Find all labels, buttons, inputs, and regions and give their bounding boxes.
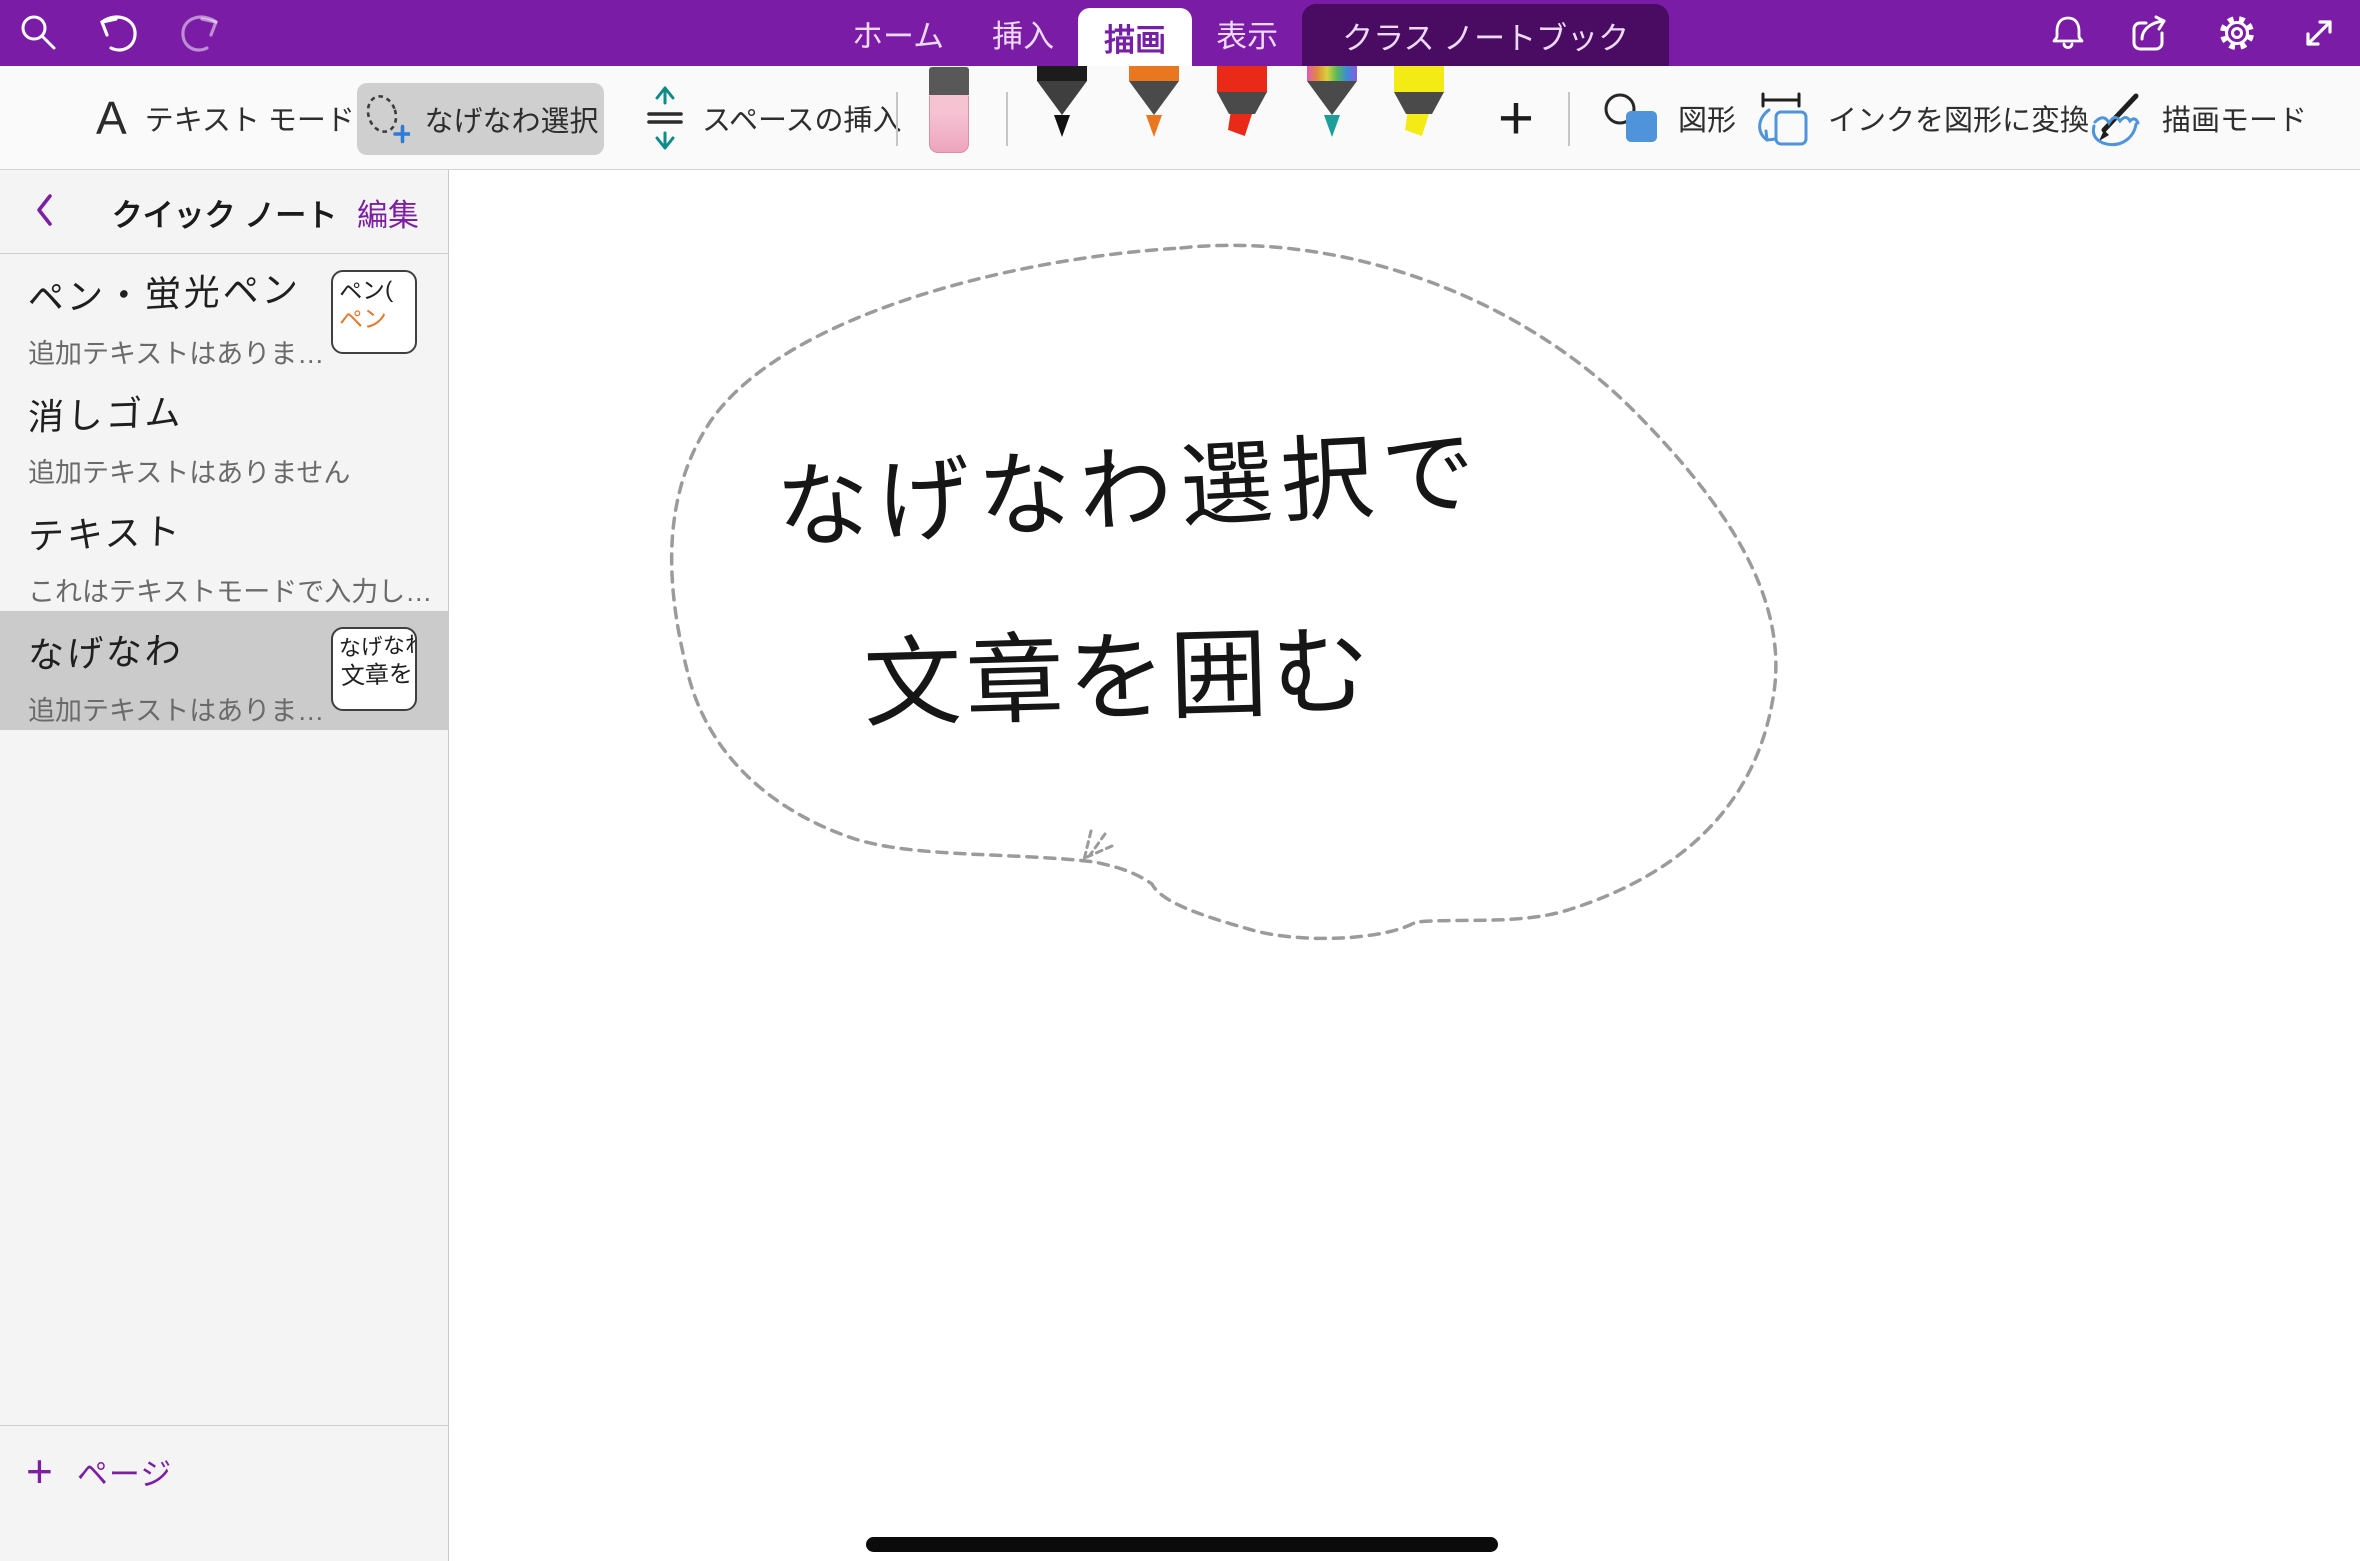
page-subtitle: 追加テキストはありません: [28, 451, 449, 490]
sidebar-header: クイック ノート 編集: [0, 170, 449, 254]
insert-space-button[interactable]: スペースの挿入: [646, 66, 902, 170]
tab-home[interactable]: ホーム: [828, 0, 968, 66]
shapes-icon: [1602, 89, 1660, 147]
expand-icon: [2298, 12, 2340, 54]
toolbar-divider: [896, 92, 898, 146]
red-highlighter-tool[interactable]: [1217, 66, 1267, 136]
ink-to-shape-icon: [1752, 86, 1810, 150]
draw-mode-hand-pen-icon: [2088, 88, 2144, 148]
search-button[interactable]: [16, 11, 60, 55]
ink-to-shape-label: インクを図形に変換: [1828, 97, 2089, 139]
top-app-bar: ホーム 挿入 描画 表示 クラス ノートブック: [0, 0, 2360, 66]
page-item-pen-highlighter[interactable]: ペン・蛍光ペン 追加テキストはありま… ペン( ペン: [0, 254, 449, 373]
text-mode-button[interactable]: A テキスト モード: [96, 66, 355, 170]
page-thumbnail: ペン( ペン: [331, 270, 417, 354]
topbar-right-icons: [2046, 0, 2340, 66]
ink-layer: なげなわ選択で 文章を囲む: [450, 170, 2360, 1561]
yellow-highlighter-tool[interactable]: [1394, 66, 1444, 136]
draw-ribbon: A テキスト モード なげなわ選択 スペースの挿入: [0, 66, 2360, 170]
shapes-label: 図形: [1678, 97, 1736, 139]
lasso-selection-outline: [672, 245, 1776, 938]
undo-button[interactable]: [90, 10, 144, 56]
handwritten-ink-line1: なげなわ選択で: [774, 420, 1485, 561]
lasso-select-label: なげなわ選択: [424, 98, 598, 140]
page-item-text[interactable]: テキスト これはテキストモードで入力し…: [0, 492, 449, 611]
shapes-button[interactable]: 図形: [1602, 66, 1736, 170]
insert-space-icon: [646, 85, 684, 151]
tab-class-notebook[interactable]: クラス ノートブック: [1302, 4, 1669, 66]
add-page-button[interactable]: + ページ: [26, 1448, 172, 1494]
lasso-end-squiggle: [1084, 831, 1112, 860]
notifications-button[interactable]: [2046, 11, 2090, 55]
plus-icon: +: [26, 1448, 53, 1494]
eraser-tool[interactable]: [929, 66, 969, 154]
lasso-icon: [362, 92, 410, 146]
text-mode-icon: A: [96, 91, 127, 145]
share-button[interactable]: [2128, 11, 2176, 55]
share-icon: [2128, 11, 2176, 55]
draw-mode-button[interactable]: 描画モード: [2088, 66, 2307, 170]
toolbar-divider: [1568, 92, 1570, 146]
search-icon: [16, 11, 60, 55]
page-item-eraser[interactable]: 消しゴム 追加テキストはありません: [0, 373, 449, 492]
orange-pen-tool[interactable]: [1129, 66, 1179, 136]
add-pen-button[interactable]: +: [1486, 66, 1546, 170]
rainbow-pen-tool[interactable]: [1307, 66, 1357, 136]
tab-draw[interactable]: 描画: [1078, 8, 1192, 66]
ink-to-shape-button[interactable]: インクを図形に変換: [1752, 66, 2089, 170]
bell-icon: [2046, 11, 2090, 55]
tab-insert[interactable]: 挿入: [968, 0, 1078, 66]
add-page-label: ページ: [77, 1449, 172, 1494]
page-title-ink: なげなわ: [27, 622, 185, 680]
insert-space-label: スペースの挿入: [702, 97, 902, 139]
black-pen-tool[interactable]: [1037, 66, 1087, 136]
drawing-canvas[interactable]: なげなわ選択で 文章を囲む: [450, 170, 2360, 1561]
eraser-body: [929, 95, 969, 153]
tab-view[interactable]: 表示: [1192, 0, 1302, 66]
fullscreen-button[interactable]: [2298, 12, 2340, 54]
onenote-app-window: ホーム 挿入 描画 表示 クラス ノートブック: [0, 0, 2360, 1561]
redo-button[interactable]: [174, 10, 228, 56]
handwritten-ink-line2: 文章を囲む: [862, 616, 1375, 739]
lasso-select-button[interactable]: なげなわ選択: [357, 83, 604, 155]
page-title-ink: テキスト: [27, 503, 184, 561]
eraser-cap: [929, 67, 969, 95]
page-item-lasso[interactable]: なげなわ 追加テキストはありま… なげなわ 文章を: [0, 611, 449, 730]
sidebar-footer: + ページ: [0, 1425, 449, 1561]
page-list-sidebar: クイック ノート 編集 ペン・蛍光ペン 追加テキストはありま… ペン( ペン 消…: [0, 170, 449, 1561]
undo-icon: [90, 10, 144, 56]
page-subtitle: これはテキストモードで入力し…: [28, 570, 449, 609]
page-list: ペン・蛍光ペン 追加テキストはありま… ペン( ペン 消しゴム 追加テキストはあ…: [0, 254, 449, 730]
page-thumbnail: なげなわ 文章を: [331, 627, 417, 711]
settings-button[interactable]: [2214, 10, 2260, 56]
home-indicator[interactable]: [866, 1537, 1498, 1552]
page-title-ink: 消しゴム: [27, 384, 185, 442]
edit-button[interactable]: 編集: [357, 170, 419, 254]
page-title-ink: ペン・蛍光ペン: [27, 260, 302, 322]
text-mode-label: テキスト モード: [145, 97, 355, 139]
gear-icon: [2214, 10, 2260, 56]
draw-mode-label: 描画モード: [2162, 97, 2307, 139]
redo-icon: [174, 10, 228, 56]
ribbon-tabs: ホーム 挿入 描画 表示 クラス ノートブック: [828, 0, 1669, 66]
topbar-left-icons: [16, 0, 228, 66]
toolbar-divider: [1006, 92, 1008, 146]
